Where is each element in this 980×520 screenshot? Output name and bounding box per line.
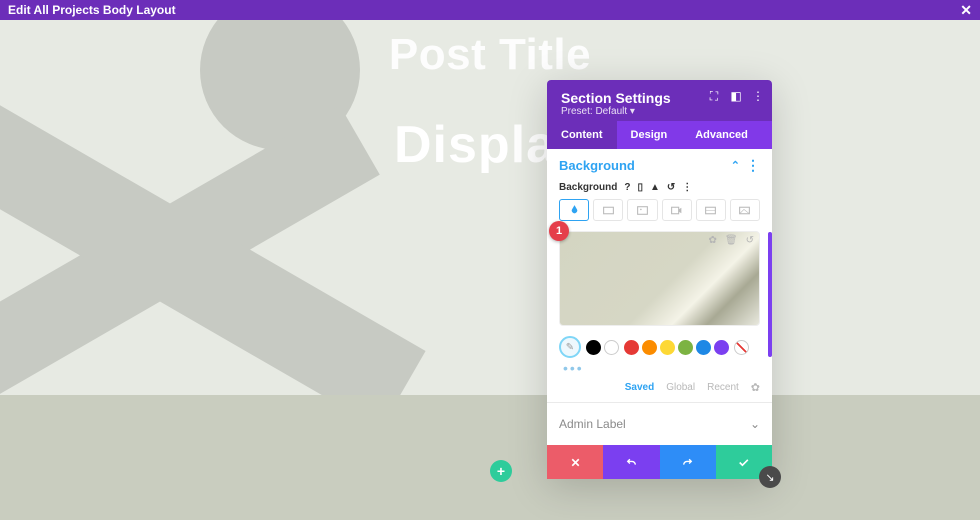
drag-resize-handle[interactable]: ↘ xyxy=(759,466,781,488)
background-type-tabs xyxy=(559,199,760,221)
redo-button[interactable] xyxy=(660,445,716,479)
palette-tabs: Saved Global Recent ✿ xyxy=(559,381,760,394)
editor-topbar: Edit All Projects Body Layout ✕ xyxy=(0,0,980,20)
background-heading[interactable]: Background ⌃ ⋮ xyxy=(559,157,760,174)
bg-tab-video[interactable] xyxy=(662,199,692,221)
responsive-icon[interactable]: ▯ xyxy=(637,182,643,193)
preview-settings-icon[interactable]: ✿ xyxy=(709,235,717,246)
tab-design[interactable]: Design xyxy=(617,121,682,149)
swatch-orange[interactable] xyxy=(642,340,657,355)
add-section-button[interactable]: + xyxy=(490,460,512,482)
bg-tab-image[interactable] xyxy=(627,199,657,221)
bg-tab-color[interactable] xyxy=(559,199,589,221)
admin-label-section[interactable]: Admin Label ⌄ xyxy=(547,402,772,445)
bg-tab-pattern[interactable] xyxy=(696,199,726,221)
collapse-icon[interactable]: ⌃ xyxy=(731,159,740,172)
preset-label[interactable]: Preset: Default ▾ xyxy=(561,106,758,117)
help-icon[interactable]: ? xyxy=(624,182,630,193)
cancel-button[interactable] xyxy=(547,445,603,479)
tab-advanced[interactable]: Advanced xyxy=(681,121,762,149)
background-preview: 1 ✿ 🗑 ↺ xyxy=(559,231,760,326)
kebab-menu-icon[interactable]: ⋮ xyxy=(752,90,764,102)
palette-tab-saved[interactable]: Saved xyxy=(625,382,654,393)
preview-reset-icon[interactable]: ↺ xyxy=(746,235,754,246)
more-swatches-icon[interactable]: ••• xyxy=(559,360,760,376)
chevron-down-icon: ⌄ xyxy=(750,417,760,431)
swatch-green[interactable] xyxy=(678,340,693,355)
close-editor-icon[interactable]: ✕ xyxy=(960,2,972,19)
step-badge: 1 xyxy=(549,221,569,241)
topbar-title: Edit All Projects Body Layout xyxy=(8,3,176,17)
panel-footer xyxy=(547,445,772,479)
panel-scrollbar[interactable] xyxy=(768,232,772,357)
palette-tab-global[interactable]: Global xyxy=(666,382,695,393)
snap-icon[interactable]: ◧ xyxy=(730,90,742,102)
option-menu-icon[interactable]: ⋮ xyxy=(682,182,692,193)
background-section: Background ⌃ ⋮ Background ? ▯ ▲ ↺ ⋮ 1 ✿ … xyxy=(547,149,772,402)
swatch-white[interactable] xyxy=(604,340,619,355)
color-swatch-row: ✎ xyxy=(559,336,760,358)
hero-line1: Post Title xyxy=(389,30,591,80)
hover-icon[interactable]: ▲ xyxy=(650,182,660,193)
palette-settings-icon[interactable]: ✿ xyxy=(751,381,760,394)
admin-label-text: Admin Label xyxy=(559,417,626,431)
background-option-label: Background xyxy=(559,182,617,193)
section-menu-icon[interactable]: ⋮ xyxy=(746,157,760,174)
swatch-blue[interactable] xyxy=(696,340,711,355)
expand-icon[interactable]: ⛶ xyxy=(708,90,720,102)
bg-tab-mask[interactable] xyxy=(730,199,760,221)
eyedropper-button[interactable]: ✎ xyxy=(559,336,581,358)
reset-icon[interactable]: ↺ xyxy=(667,182,675,193)
section-settings-panel: Section Settings Preset: Default ▾ ⛶ ◧ ⋮… xyxy=(547,80,772,479)
page-canvas[interactable]: Post Title Display xyxy=(0,20,980,395)
swatch-yellow[interactable] xyxy=(660,340,675,355)
swatch-purple[interactable] xyxy=(714,340,729,355)
swatch-transparent[interactable] xyxy=(734,340,749,355)
tab-content[interactable]: Content xyxy=(547,121,617,149)
undo-button[interactable] xyxy=(603,445,659,479)
palette-tab-recent[interactable]: Recent xyxy=(707,382,739,393)
swatch-red[interactable] xyxy=(624,340,639,355)
panel-header[interactable]: Section Settings Preset: Default ▾ ⛶ ◧ ⋮ xyxy=(547,80,772,121)
swatch-black[interactable] xyxy=(586,340,601,355)
lower-section[interactable] xyxy=(0,395,980,520)
panel-tabs: Content Design Advanced xyxy=(547,121,772,149)
background-option-row: Background ? ▯ ▲ ↺ ⋮ xyxy=(559,182,760,193)
preview-delete-icon[interactable]: 🗑 xyxy=(725,235,738,246)
bg-tab-gradient[interactable] xyxy=(593,199,623,221)
